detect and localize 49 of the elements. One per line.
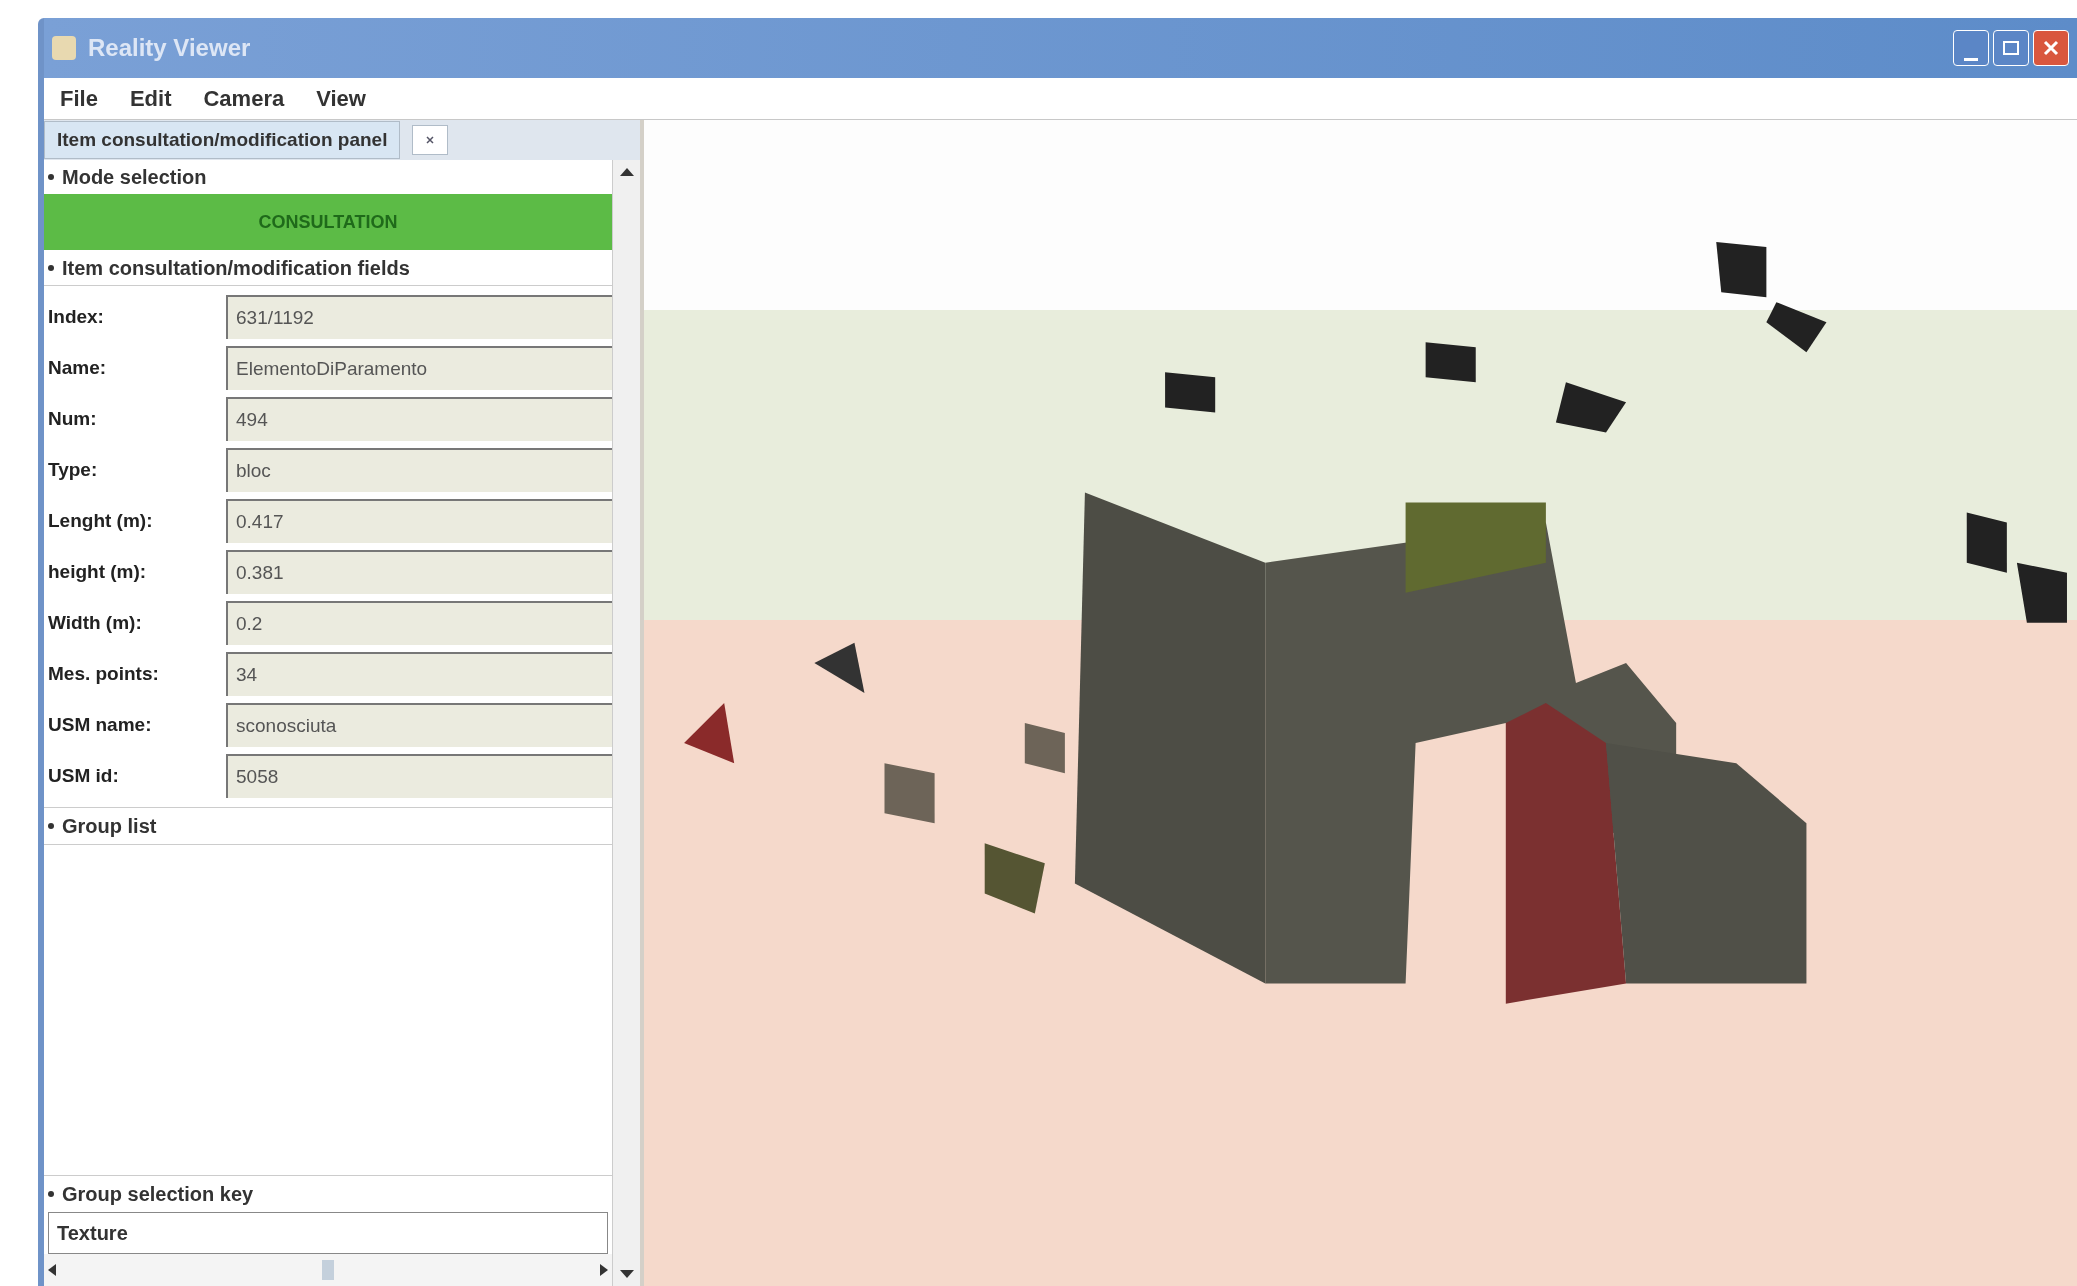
minimize-button[interactable] bbox=[1953, 30, 1989, 66]
scroll-up-icon[interactable] bbox=[619, 168, 634, 176]
field-label: Width (m): bbox=[47, 610, 143, 635]
menu-item[interactable]: Edit bbox=[125, 82, 176, 115]
close-button[interactable] bbox=[2033, 30, 2069, 66]
field-input[interactable]: 34 bbox=[226, 652, 612, 696]
section-header: Group selection key bbox=[62, 1182, 254, 1207]
3d-viewport[interactable] bbox=[644, 120, 2077, 1286]
field-label: Index: bbox=[47, 304, 105, 329]
field-label: Lenght (m): bbox=[47, 508, 154, 533]
horizontal-scrollbar[interactable] bbox=[44, 1254, 612, 1286]
menu-item[interactable]: File bbox=[56, 82, 102, 115]
maximize-button[interactable] bbox=[1993, 30, 2029, 66]
field-label: Mes. points: bbox=[47, 661, 160, 686]
field-input[interactable]: 5058 bbox=[226, 754, 612, 798]
field-input[interactable]: 494 bbox=[226, 397, 612, 441]
panel-tab[interactable]: Item consultation/modification panel bbox=[44, 120, 401, 160]
window-title: Reality Viewer bbox=[88, 33, 251, 63]
close-icon bbox=[426, 136, 435, 144]
app-icon bbox=[52, 36, 76, 60]
field-input[interactable]: 0.417 bbox=[226, 499, 612, 543]
bullet-icon bbox=[48, 174, 54, 180]
bullet-icon bbox=[48, 823, 54, 829]
vertical-scrollbar[interactable] bbox=[612, 160, 640, 1286]
field-label: Num: bbox=[47, 406, 98, 431]
menu-item[interactable]: Camera bbox=[199, 82, 289, 115]
scroll-down-icon[interactable] bbox=[619, 1270, 634, 1278]
field-label: Name: bbox=[47, 355, 108, 380]
section-header: Mode selection bbox=[62, 165, 207, 190]
field-label: USM name: bbox=[47, 712, 153, 737]
section-header: Group list bbox=[62, 814, 157, 839]
field-input[interactable]: ElementoDiParamento bbox=[226, 346, 612, 390]
field-input[interactable]: bloc bbox=[226, 448, 612, 492]
field-input[interactable]: 631/1192 bbox=[226, 295, 612, 339]
group-key-field[interactable]: Texture bbox=[48, 1212, 608, 1254]
scroll-left-icon[interactable] bbox=[48, 1264, 56, 1276]
bullet-icon bbox=[48, 264, 54, 271]
field-label: height (m): bbox=[47, 559, 148, 584]
scroll-thumb[interactable] bbox=[322, 1260, 334, 1280]
close-icon bbox=[2042, 39, 2060, 57]
field-label: Type: bbox=[47, 457, 99, 482]
field-input[interactable]: 0.381 bbox=[226, 550, 612, 594]
bullet-icon bbox=[48, 1191, 54, 1197]
field-label: USM id: bbox=[47, 763, 120, 788]
menu-item[interactable]: View bbox=[312, 82, 370, 115]
field-input[interactable]: sconosciuta bbox=[226, 703, 612, 747]
section-header: Item consultation/modification fields bbox=[62, 255, 410, 281]
tab-close-button[interactable] bbox=[412, 125, 449, 155]
field-input[interactable]: 0.2 bbox=[226, 601, 612, 645]
